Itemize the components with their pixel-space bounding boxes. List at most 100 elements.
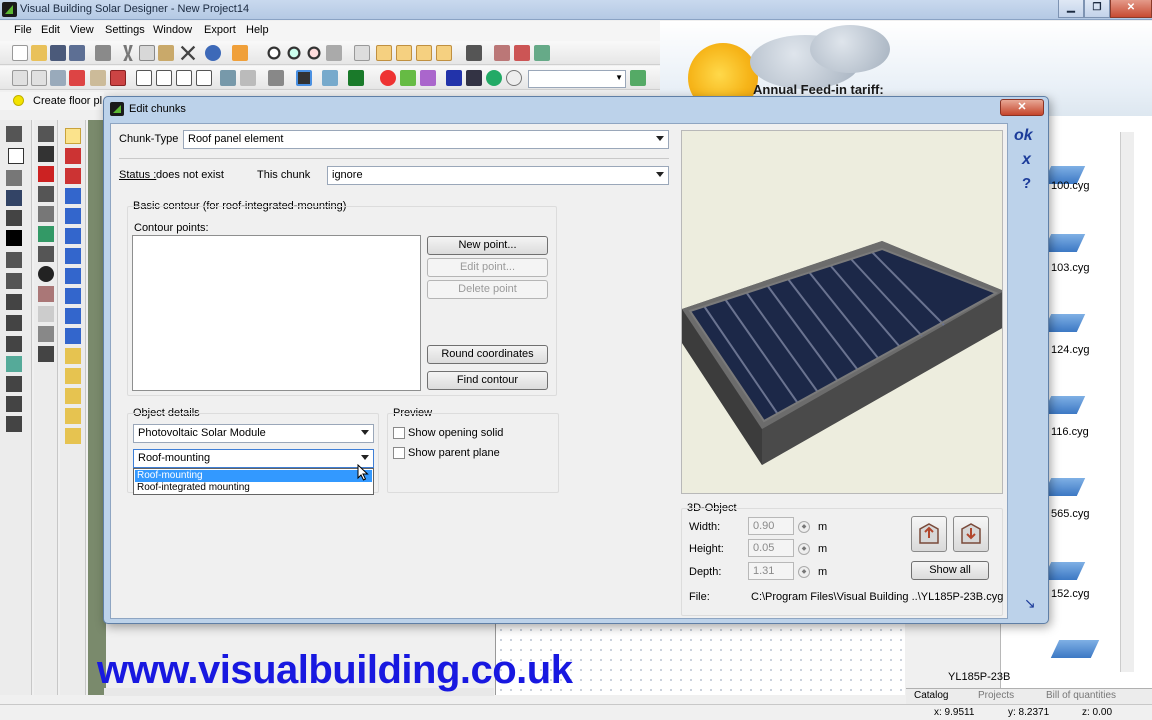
floor-grid-icon[interactable] [110, 70, 126, 86]
layer-icon[interactable] [65, 408, 81, 424]
dimension-tool-icon[interactable] [6, 210, 22, 226]
cube-icon[interactable] [268, 70, 284, 86]
undo-icon[interactable] [205, 45, 221, 61]
tree-icon[interactable] [38, 226, 54, 242]
array-icon[interactable] [65, 228, 81, 244]
texture-icon[interactable] [400, 70, 416, 86]
width-input[interactable]: 0.90 [748, 517, 794, 535]
stair-tool-icon[interactable] [6, 273, 22, 289]
sun-position-icon[interactable] [630, 70, 646, 86]
color-fill-icon[interactable] [38, 166, 54, 182]
cross-tool-icon[interactable] [514, 45, 530, 61]
door-tool-icon[interactable] [6, 336, 22, 352]
crop-icon[interactable] [38, 326, 54, 342]
ok-button[interactable]: ok [1014, 127, 1033, 145]
railing-tool-icon[interactable] [6, 396, 22, 412]
catalog-item[interactable]: 100.cyg [1051, 180, 1090, 192]
render-icon[interactable] [220, 70, 236, 86]
window-layout-1-icon[interactable] [136, 70, 152, 86]
height-spin-icon[interactable]: ◆ [798, 543, 810, 555]
cut-icon[interactable] [123, 45, 133, 61]
tab-catalog[interactable]: Catalog [914, 690, 948, 701]
lock-icon[interactable] [65, 428, 81, 444]
show-all-button[interactable]: Show all [911, 561, 989, 580]
round-coordinates-button[interactable]: Round coordinates [427, 345, 548, 364]
layers-icon[interactable] [322, 70, 338, 86]
wall-tool-icon[interactable] [6, 126, 22, 142]
copy-tool-icon[interactable] [65, 208, 81, 224]
perspective-icon[interactable] [296, 70, 312, 86]
export-view-icon[interactable] [534, 45, 550, 61]
delete-point-button[interactable]: Delete point [427, 280, 548, 299]
catalog-item[interactable]: 152.cyg [1051, 588, 1090, 600]
maximize-button[interactable]: ❐ [1084, 0, 1110, 18]
menu-help[interactable]: Help [246, 24, 269, 36]
depth-spin-icon[interactable]: ◆ [798, 566, 810, 578]
text-tool-icon[interactable] [6, 230, 22, 246]
person-icon[interactable] [38, 186, 54, 202]
offset-icon[interactable] [65, 268, 81, 284]
menu-settings[interactable]: Settings [105, 24, 145, 36]
view-combo[interactable] [528, 70, 626, 88]
snap-line-icon[interactable] [416, 45, 432, 61]
menu-edit[interactable]: Edit [41, 24, 60, 36]
mounting-select[interactable]: Roof-mounting [133, 449, 374, 468]
compass-icon[interactable] [446, 70, 462, 86]
grid-icon[interactable] [354, 45, 370, 61]
roof-tool-icon[interactable] [6, 252, 22, 268]
zoom-out-icon[interactable] [306, 45, 322, 61]
open-folder-icon[interactable] [31, 45, 47, 61]
view-3d-icon[interactable] [31, 70, 47, 86]
print-icon[interactable] [95, 45, 111, 61]
dialog-close-button[interactable]: ✕ [1000, 99, 1044, 116]
gear-icon[interactable] [38, 266, 54, 282]
mirror-icon[interactable] [65, 188, 81, 204]
show-parent-plane-checkbox[interactable] [393, 447, 405, 459]
close-window-button[interactable]: ✕ [1110, 0, 1152, 18]
house-icon[interactable] [90, 70, 106, 86]
zoom-in-icon[interactable] [286, 45, 302, 61]
color-icon[interactable] [348, 70, 364, 86]
redo-icon[interactable] [232, 45, 248, 61]
snap-grid-icon[interactable] [376, 45, 392, 61]
arrow-select-icon[interactable] [65, 128, 81, 144]
ungroup-icon[interactable] [65, 388, 81, 404]
3d-preview-viewport[interactable] [681, 130, 1003, 494]
width-spin-icon[interactable]: ◆ [798, 521, 810, 533]
building-icon[interactable] [240, 70, 256, 86]
rotate-icon[interactable] [65, 168, 81, 184]
save-as-icon[interactable] [69, 45, 85, 61]
fence-icon[interactable] [38, 246, 54, 262]
catalog-scrollbar[interactable] [1120, 132, 1134, 672]
resize-grip-icon[interactable]: ↘ [1024, 595, 1036, 612]
find-contour-button[interactable]: Find contour [427, 371, 548, 390]
paste-icon[interactable] [158, 45, 174, 61]
this-chunk-select[interactable]: ignore [327, 166, 669, 185]
texture2-icon[interactable] [38, 286, 54, 302]
slab-tool-icon[interactable] [6, 356, 22, 372]
chunk-type-select[interactable]: Roof panel element [183, 130, 669, 149]
frame-icon[interactable] [466, 70, 482, 86]
zoom-extents-icon[interactable] [326, 45, 342, 61]
column-tool-icon[interactable] [6, 315, 22, 331]
tools-icon[interactable] [466, 45, 482, 61]
catalog-item[interactable]: 124.cyg [1051, 344, 1090, 356]
measure-icon[interactable] [494, 45, 510, 61]
new-file-icon[interactable] [12, 45, 28, 61]
new-point-button[interactable]: New point... [427, 236, 548, 255]
snap-angle-icon[interactable] [436, 45, 452, 61]
menu-window[interactable]: Window [153, 24, 192, 36]
tab-projects[interactable]: Projects [978, 690, 1014, 701]
clock-icon[interactable] [506, 70, 522, 86]
scale-icon[interactable] [65, 248, 81, 264]
window-tool-icon[interactable] [6, 376, 22, 392]
walk-icon[interactable] [50, 70, 66, 86]
stairs2-icon[interactable] [38, 206, 54, 222]
line-tool-icon[interactable] [6, 170, 22, 186]
menu-export[interactable]: Export [204, 24, 236, 36]
window-layout-3-icon[interactable] [176, 70, 192, 86]
camera-icon[interactable] [69, 70, 85, 86]
globe-icon[interactable] [486, 70, 502, 86]
light-icon[interactable] [420, 70, 436, 86]
join-icon[interactable] [65, 328, 81, 344]
